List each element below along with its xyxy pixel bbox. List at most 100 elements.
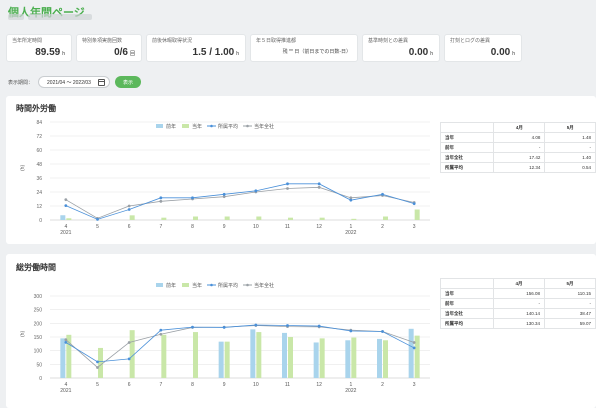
y-tick-label: 84 [36,120,42,126]
subtitle-placeholder [28,14,92,20]
bar-prev-year [250,329,256,378]
line-company-total-point [96,366,99,369]
line-dept-average-point [127,208,131,211]
calendar-icon[interactable] [98,78,106,86]
table-row: 前年 - - [439,142,596,153]
kpi-card: 当年所定時間 89.59 h [6,34,72,62]
bar-prev-year [60,215,66,220]
worktime-chart: 前年 当年 所属平均 当年全社(h)0501001502002503004 5 6 7 8 9 1… [20,282,430,394]
legend-marker [246,283,249,287]
legend-marker [246,124,249,128]
line-dept-average-point [381,192,384,196]
subtitle-placeholder [8,14,24,20]
line-dept-average-point [254,189,258,193]
table-row: 当年 4.08 1.48 [439,132,596,143]
y-tick-label: 48 [36,162,42,168]
line-company-total-point [64,198,68,202]
bar-current-year [193,216,198,220]
bar-current-year [66,218,72,220]
line-company-total-point [286,187,289,190]
bar-prev-year [218,341,224,378]
x-tick-label: 6 [128,224,131,230]
show-button[interactable]: 表示 [115,76,142,88]
y-tick-label: 36 [36,176,42,182]
line-dept-average-point [96,217,99,221]
x-tick-label: 12 [316,382,322,388]
kpi-label: 特別条項実施回数 [82,38,123,44]
kpi-value: 0.00 h [490,47,515,58]
line-dept-average-point [191,196,194,200]
line-dept-average-point [349,198,353,202]
x-tick-label: 2 [381,224,384,230]
x-tick-label: 12 [316,224,322,230]
y-tick-label: 50 [36,362,42,368]
line-dept-average-point [191,325,194,329]
legend-label: 当年全社 [254,123,274,130]
kpi-card: 年５日取得推進都 残 ** 日（前日までの日数-日） [250,34,358,62]
legend-label: 当年 [192,282,202,289]
line-dept-average-point [317,182,321,186]
x-tick-label: 9 [223,224,226,230]
kpi-card: 特別条項実施回数 0/6 回 [76,34,142,62]
table-row: 当年全社 140.14 38.47 [439,308,596,319]
table-header: 5月 [544,278,596,289]
line-dept-average-point [349,329,353,333]
x-year-label: 2021 [60,388,71,394]
kpi-text: 残 ** 日（前日までの日数-日） [282,49,351,55]
legend-label: 前年 [166,123,176,130]
legend-swatch [182,283,189,287]
kpi-label: 当年所定時間 [12,38,43,44]
kpi-label: 年５日取得推進都 [256,38,297,44]
y-tick-label: 0 [39,218,42,224]
worktime-table: 4月 5月 当年 156.08 110.15 前年 - - 当年全社 140.14 38.4… [439,278,596,329]
table-row: 前年 - - [439,298,596,309]
x-tick-label: 11 [285,224,290,230]
table-header: 5月 [544,122,596,133]
y-axis-label: (h) [20,331,26,337]
bar-current-year [288,217,293,220]
y-tick-label: 0 [39,376,42,382]
kpi-card: 前後休暇取得状況 1.5 / 1.00 h [146,34,246,62]
y-tick-label: 12 [36,204,42,210]
bar-current-year [129,215,135,220]
bar-current-year [414,209,420,220]
overtime-table: 4月 5月 当年 4.08 1.48 前年 - - 当年全社 17.42 1.40 所属平均… [439,122,596,173]
x-tick-label: 8 [191,382,194,388]
bar-current-year [288,337,293,378]
x-tick-label: 3 [413,224,416,230]
line-dept-average-point [64,340,68,344]
line-dept-average-point [222,326,226,329]
line-dept-average-point [159,328,163,332]
y-tick-label: 72 [36,134,42,140]
bar-current-year [161,217,167,220]
legend-swatch [156,124,163,128]
line-dept-average-point [96,360,99,364]
line-dept-average-point [317,324,321,328]
legend-label: 当年 [192,123,202,130]
y-tick-label: 24 [36,190,42,196]
date-range-picker[interactable]: 2021/04 ～ 2022/03 [38,76,111,88]
line-dept-average-point [286,324,289,327]
bar-prev-year [345,340,351,378]
bar-prev-year [313,342,319,378]
line-company-total-point [412,341,416,344]
line-dept-average-point [412,346,416,350]
bar-current-year [193,332,198,378]
legend-swatch [156,283,163,287]
overtime-chart: 前年 当年 所属平均 当年全社(h)0122436486072844 5 6 7 8 9 10 11… [20,120,430,236]
line-dept-average-point [381,330,384,333]
x-tick-label: 5 [96,382,99,388]
x-tick-label: 6 [128,382,131,388]
y-tick-label: 200 [34,321,43,327]
y-tick-label: 150 [34,335,43,341]
kpi-label: 基準時刻との差異 [368,38,408,44]
kpi-card: 打刻とログの差異 0.00 h [444,34,522,62]
y-tick-label: 250 [34,308,43,314]
kpi-card: 基準時刻との差異 0.00 h [362,34,440,62]
line-company-total-point [127,204,131,208]
overtime-panel: 時間外労働 前年 当年 所属平均 当年全社 (h) 0 12 24 36 48 60 72 84 4 5 6 7… [6,96,596,244]
worktime-panel: 総労働時間 前年 当年 所属平均 当年全社 (h) 0 50 100 150 200 250 300 4… [6,254,596,408]
kpi-value: 0/6 回 [114,47,135,58]
x-tick-label: 10 [253,382,259,388]
line-dept-average-point [286,182,289,186]
